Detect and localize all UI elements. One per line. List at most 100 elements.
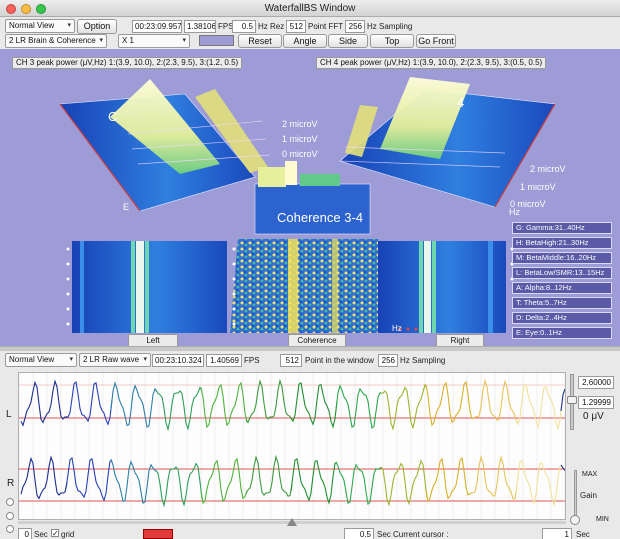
ch3-peak-header: CH 3 peak power (μV,Hz) 1:(3.9, 10.0), 2… (12, 57, 243, 69)
cursor-label: Sec Current cursor : (377, 530, 449, 539)
band-gamma: G: Gamma:31..40Hz (512, 222, 612, 234)
close-window-icon[interactable] (6, 4, 16, 14)
wave-segment (110, 458, 158, 504)
coherence-title: Coherence 3-4 (277, 210, 363, 225)
wave-segment (560, 464, 565, 471)
channel-left-label: L (6, 409, 12, 420)
scale-zero-label: 0 μV (583, 411, 604, 422)
wave-color-swatch[interactable] (143, 529, 173, 539)
go-front-button[interactable]: Go Front (416, 34, 456, 48)
raw-wave-plot[interactable] (18, 372, 566, 520)
wave-segment (200, 457, 248, 505)
zoom-window-icon[interactable] (36, 4, 46, 14)
cursor-sec-field[interactable]: 0.5 (344, 528, 374, 539)
right-spectrogram (378, 241, 506, 333)
step-sec-field[interactable]: 1 (542, 528, 572, 539)
wave-segment (110, 381, 158, 428)
band-beta-low: L: BetaLow/SMR:13..15Hz (512, 267, 612, 279)
grid-checkbox[interactable]: ✓ (51, 529, 59, 538)
wave-segment (380, 459, 428, 507)
right-scale-1: 1 microV (520, 182, 556, 192)
wave-view-mode-select[interactable]: Normal View ▾ (5, 353, 77, 367)
coherence-hz-label: Hz (392, 324, 402, 333)
hz-rez-field[interactable]: 0.5 (232, 20, 256, 33)
left-scale-2: 2 microV (282, 119, 318, 129)
wave-sampling-field[interactable]: 256 (378, 354, 398, 367)
wave-segment (560, 388, 565, 411)
channel-radio-3[interactable] (6, 525, 14, 533)
wave-segment (335, 461, 383, 506)
coherence-spectrogram (230, 239, 390, 333)
chevron-down-icon: ▾ (143, 356, 147, 363)
window-title-bar: WaterfallBS Window (0, 0, 620, 17)
montage-select[interactable]: 2 LR Brain & Coherence ▾ (5, 34, 107, 48)
right-scale-2: 2 microV (530, 164, 566, 174)
panel-coherence-label: Coherence (288, 334, 346, 346)
band-eye: E: Eye:0..1Hz (512, 327, 612, 339)
band-delta: D: Delta:2..4Hz (512, 312, 612, 324)
wave-segment (470, 378, 518, 424)
wave-elapsed-field: 00:23:10.324 (152, 354, 204, 367)
wave-segment (335, 384, 383, 430)
left-channel-short: C (108, 109, 118, 124)
raw-wave-graphics (19, 373, 565, 519)
scale-mid-field[interactable]: 1.29999 (578, 396, 614, 409)
left-waterfall-3d (59, 79, 271, 212)
scale-max-field[interactable]: 2.60000 (578, 376, 614, 389)
wave-fps-field: 1.40569 (206, 354, 242, 367)
background-color-swatch[interactable] (199, 35, 234, 46)
side-button[interactable]: Side (328, 34, 368, 48)
sampling-field[interactable]: 256 (345, 20, 365, 33)
time-slider-thumb[interactable] (287, 518, 297, 526)
elapsed-time-field: 00:23:09.957 (132, 20, 182, 33)
splitter[interactable] (0, 346, 620, 351)
wave-segment (425, 380, 473, 427)
wave-segment (290, 458, 338, 505)
channel-radio-1[interactable] (6, 498, 14, 506)
left-e-label: E (123, 202, 130, 212)
wave-segment (470, 454, 518, 500)
band-beta-high: H: BetaHigh:21..30Hz (512, 237, 612, 249)
wave-sampling-label: Hz Sampling (400, 356, 446, 365)
wave-segment (290, 382, 338, 429)
left-spectrogram (72, 241, 227, 333)
right-hz-label: Hz (509, 207, 520, 217)
minimize-window-icon[interactable] (21, 4, 31, 14)
gain-slider-thumb[interactable] (570, 515, 580, 525)
gain-min-label: MIN (596, 516, 609, 523)
window-title: WaterfallBS Window (264, 3, 356, 14)
waterfall-3d-view[interactable]: CH 3 peak power (μV,Hz) 1:(3.9, 10.0), 2… (0, 49, 620, 346)
scale-slider-thumb[interactable] (567, 396, 577, 404)
ch4-peak-header: CH 4 peak power (μV,Hz) 1:(3.9, 10.0), 2… (316, 57, 547, 69)
fft-points-field[interactable]: 512 (286, 20, 306, 33)
wave-montage-select[interactable]: 2 LR Raw wave ▾ (79, 353, 151, 367)
channel-right-label: R (7, 478, 15, 489)
left-scale-0: 0 microV (282, 149, 318, 159)
channel-radio-2[interactable] (6, 512, 14, 520)
zoom-select[interactable]: X 1 ▾ (118, 34, 190, 48)
window-points-label: Point in the window (305, 356, 374, 365)
sampling-label: Hz Sampling (367, 22, 413, 31)
wave-segment (20, 379, 68, 427)
gain-label: Gain (580, 491, 597, 500)
wave-view-mode-value: Normal View (9, 355, 55, 364)
hz-rez-label: Hz Rez (258, 22, 285, 31)
wave-segment (155, 386, 203, 432)
band-beta-middle: M: BetaMiddle:16..20Hz (512, 252, 612, 264)
fps-field: 1.38106 (184, 20, 216, 33)
wave-segment (200, 381, 248, 429)
angle-button[interactable]: Angle (283, 34, 327, 48)
window-points-field[interactable]: 512 (280, 354, 302, 367)
reset-button[interactable]: Reset (238, 34, 282, 48)
view-mode-select[interactable]: Normal View ▾ (5, 19, 75, 33)
wave-segment (425, 456, 473, 503)
right-channel-short: 4 (457, 95, 465, 110)
left-scale-1: 1 microV (282, 134, 318, 144)
zoom-value: X 1 (122, 36, 135, 45)
option-button[interactable]: Option (77, 19, 117, 34)
grid-label: grid (61, 530, 75, 539)
chevron-down-icon: ▾ (99, 37, 103, 44)
top-button[interactable]: Top (370, 34, 414, 48)
wave-fps-label: FPS (244, 356, 260, 365)
start-sec-field[interactable]: 0 (18, 528, 32, 539)
